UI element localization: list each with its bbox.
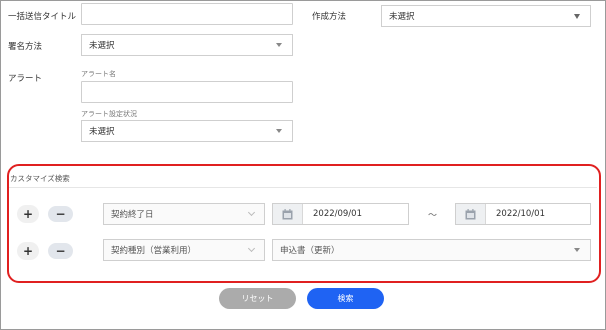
alert-setting-select[interactable]: 未選択 bbox=[81, 120, 293, 142]
calendar-icon[interactable] bbox=[456, 204, 486, 224]
remove-condition-button[interactable]: − bbox=[48, 206, 73, 222]
creation-method-label: 作成方法 bbox=[312, 12, 347, 22]
add-condition-button[interactable]: + bbox=[17, 242, 39, 260]
bulk-title-label: 一括送信タイトル bbox=[8, 12, 77, 22]
dropdown-arrow-icon bbox=[276, 43, 282, 47]
condition-field-value: 契約終了日 bbox=[111, 210, 154, 220]
dropdown-arrow-icon bbox=[574, 13, 580, 19]
reset-button[interactable]: リセット bbox=[219, 288, 296, 309]
creation-method-value: 未選択 bbox=[389, 12, 415, 22]
add-condition-button[interactable]: + bbox=[17, 205, 39, 223]
alert-setting-value: 未選択 bbox=[89, 127, 115, 137]
date-to-input[interactable]: 2022/10/01 bbox=[455, 203, 591, 225]
custom-search-divider bbox=[9, 187, 597, 188]
search-button[interactable]: 検索 bbox=[307, 288, 384, 309]
date-from-input[interactable]: 2022/09/01 bbox=[272, 203, 409, 225]
date-range-separator: ～ bbox=[428, 211, 438, 221]
condition-field-value: 契約種別（営業利用） bbox=[111, 246, 197, 256]
alert-name-input[interactable] bbox=[81, 81, 293, 103]
alert-label: アラート bbox=[8, 74, 43, 84]
signature-method-select[interactable]: 未選択 bbox=[81, 34, 293, 56]
creation-method-select[interactable]: 未選択 bbox=[381, 5, 591, 27]
alert-setting-label: アラート設定状況 bbox=[81, 110, 137, 118]
condition-field-select[interactable]: 契約終了日 bbox=[103, 203, 265, 225]
dropdown-arrow-icon bbox=[276, 129, 282, 133]
bulk-title-input[interactable] bbox=[81, 3, 293, 25]
chevron-down-icon bbox=[247, 208, 256, 217]
signature-method-value: 未選択 bbox=[89, 41, 115, 51]
remove-condition-button[interactable]: − bbox=[48, 243, 73, 259]
calendar-icon[interactable] bbox=[273, 204, 303, 224]
condition-field-select[interactable]: 契約種別（営業利用） bbox=[103, 239, 265, 261]
alert-name-label: アラート名 bbox=[81, 70, 116, 78]
dropdown-arrow-icon bbox=[574, 248, 580, 252]
condition-value-select[interactable]: 申込書（更新） bbox=[272, 239, 591, 261]
date-from-value: 2022/09/01 bbox=[313, 209, 362, 219]
condition-value: 申込書（更新） bbox=[280, 246, 340, 256]
date-to-value: 2022/10/01 bbox=[496, 209, 545, 219]
custom-search-title: カスタマイズ検索 bbox=[10, 174, 70, 183]
signature-method-label: 署名方法 bbox=[8, 42, 43, 52]
chevron-down-icon bbox=[247, 244, 256, 253]
